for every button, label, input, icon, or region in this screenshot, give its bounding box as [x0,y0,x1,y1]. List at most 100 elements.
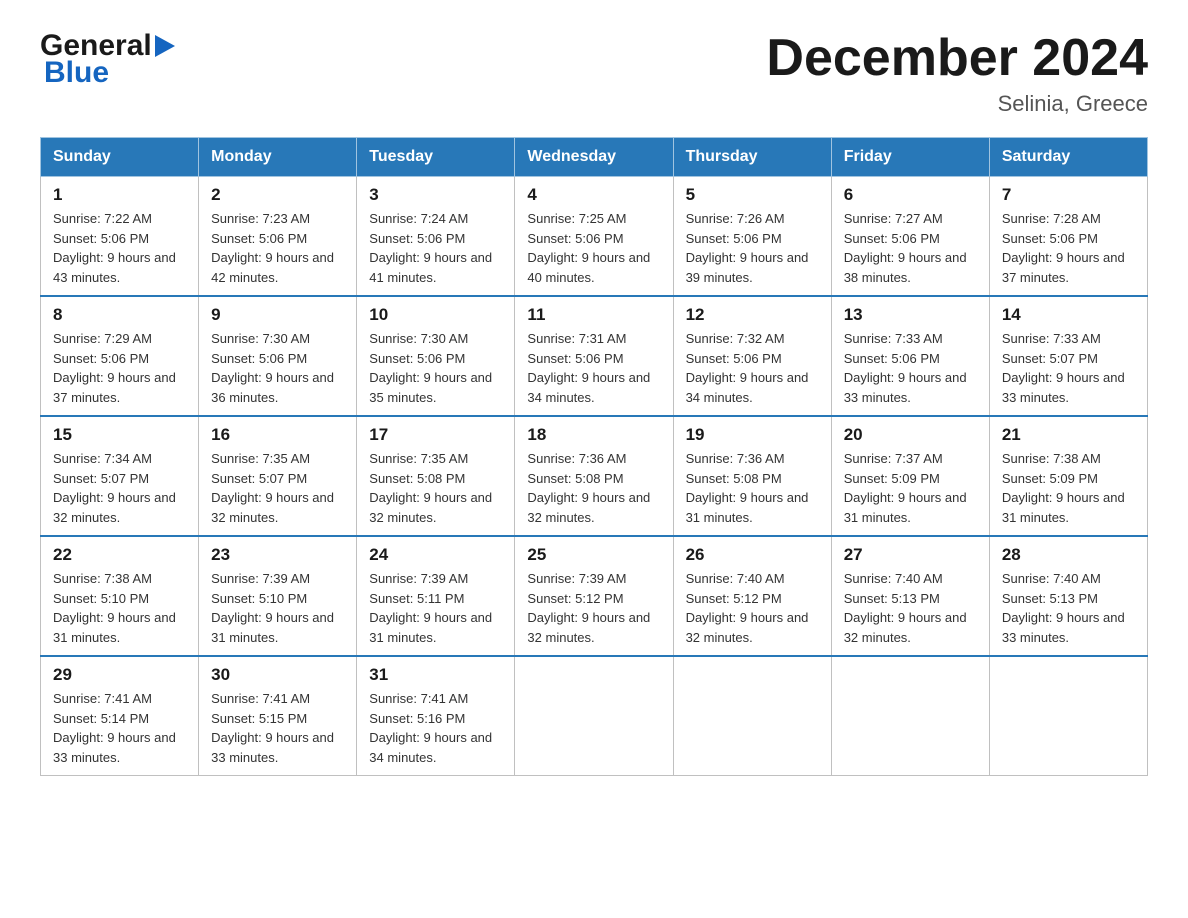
day-info: Sunrise: 7:39 AMSunset: 5:11 PMDaylight:… [369,571,492,645]
day-number: 25 [527,545,660,565]
day-number: 31 [369,665,502,685]
day-number: 20 [844,425,977,445]
day-info: Sunrise: 7:36 AMSunset: 5:08 PMDaylight:… [686,451,809,525]
day-number: 13 [844,305,977,325]
month-title: December 2024 [766,30,1148,87]
day-info: Sunrise: 7:41 AMSunset: 5:16 PMDaylight:… [369,691,492,765]
day-of-week-header: Tuesday [357,138,515,177]
calendar-cell: 3 Sunrise: 7:24 AMSunset: 5:06 PMDayligh… [357,177,515,297]
day-number: 29 [53,665,186,685]
calendar-cell [831,656,989,776]
day-info: Sunrise: 7:41 AMSunset: 5:14 PMDaylight:… [53,691,176,765]
calendar-cell: 9 Sunrise: 7:30 AMSunset: 5:06 PMDayligh… [199,296,357,416]
calendar-header: SundayMondayTuesdayWednesdayThursdayFrid… [41,138,1148,177]
calendar-cell: 24 Sunrise: 7:39 AMSunset: 5:11 PMDaylig… [357,536,515,656]
day-number: 26 [686,545,819,565]
day-info: Sunrise: 7:23 AMSunset: 5:06 PMDaylight:… [211,211,334,285]
calendar-cell: 16 Sunrise: 7:35 AMSunset: 5:07 PMDaylig… [199,416,357,536]
day-info: Sunrise: 7:35 AMSunset: 5:08 PMDaylight:… [369,451,492,525]
calendar-cell: 8 Sunrise: 7:29 AMSunset: 5:06 PMDayligh… [41,296,199,416]
calendar-cell [515,656,673,776]
day-info: Sunrise: 7:40 AMSunset: 5:13 PMDaylight:… [1002,571,1125,645]
day-of-week-header: Thursday [673,138,831,177]
day-number: 7 [1002,185,1135,205]
day-info: Sunrise: 7:39 AMSunset: 5:12 PMDaylight:… [527,571,650,645]
day-number: 14 [1002,305,1135,325]
calendar-cell: 28 Sunrise: 7:40 AMSunset: 5:13 PMDaylig… [989,536,1147,656]
day-number: 19 [686,425,819,445]
day-number: 23 [211,545,344,565]
day-info: Sunrise: 7:24 AMSunset: 5:06 PMDaylight:… [369,211,492,285]
day-info: Sunrise: 7:22 AMSunset: 5:06 PMDaylight:… [53,211,176,285]
day-number: 16 [211,425,344,445]
calendar-cell: 18 Sunrise: 7:36 AMSunset: 5:08 PMDaylig… [515,416,673,536]
day-number: 21 [1002,425,1135,445]
day-info: Sunrise: 7:26 AMSunset: 5:06 PMDaylight:… [686,211,809,285]
calendar-cell: 29 Sunrise: 7:41 AMSunset: 5:14 PMDaylig… [41,656,199,776]
calendar-cell: 5 Sunrise: 7:26 AMSunset: 5:06 PMDayligh… [673,177,831,297]
day-number: 15 [53,425,186,445]
day-number: 28 [1002,545,1135,565]
day-info: Sunrise: 7:40 AMSunset: 5:13 PMDaylight:… [844,571,967,645]
calendar-cell: 14 Sunrise: 7:33 AMSunset: 5:07 PMDaylig… [989,296,1147,416]
calendar-cell: 17 Sunrise: 7:35 AMSunset: 5:08 PMDaylig… [357,416,515,536]
day-info: Sunrise: 7:30 AMSunset: 5:06 PMDaylight:… [211,331,334,405]
day-number: 9 [211,305,344,325]
day-number: 24 [369,545,502,565]
calendar-cell: 23 Sunrise: 7:39 AMSunset: 5:10 PMDaylig… [199,536,357,656]
calendar-body: 1 Sunrise: 7:22 AMSunset: 5:06 PMDayligh… [41,177,1148,776]
calendar-cell: 2 Sunrise: 7:23 AMSunset: 5:06 PMDayligh… [199,177,357,297]
logo: General Blue [40,30,175,88]
calendar-cell: 27 Sunrise: 7:40 AMSunset: 5:13 PMDaylig… [831,536,989,656]
calendar-cell: 13 Sunrise: 7:33 AMSunset: 5:06 PMDaylig… [831,296,989,416]
calendar-cell: 31 Sunrise: 7:41 AMSunset: 5:16 PMDaylig… [357,656,515,776]
day-info: Sunrise: 7:27 AMSunset: 5:06 PMDaylight:… [844,211,967,285]
day-number: 6 [844,185,977,205]
day-of-week-header: Sunday [41,138,199,177]
day-info: Sunrise: 7:37 AMSunset: 5:09 PMDaylight:… [844,451,967,525]
day-info: Sunrise: 7:38 AMSunset: 5:10 PMDaylight:… [53,571,176,645]
calendar-week-row: 15 Sunrise: 7:34 AMSunset: 5:07 PMDaylig… [41,416,1148,536]
day-number: 12 [686,305,819,325]
day-of-week-header: Friday [831,138,989,177]
page-header: General Blue December 2024 Selinia, Gree… [40,30,1148,117]
day-number: 5 [686,185,819,205]
day-number: 17 [369,425,502,445]
calendar-cell [673,656,831,776]
calendar-table: SundayMondayTuesdayWednesdayThursdayFrid… [40,137,1148,776]
calendar-cell: 7 Sunrise: 7:28 AMSunset: 5:06 PMDayligh… [989,177,1147,297]
day-number: 1 [53,185,186,205]
day-of-week-header: Saturday [989,138,1147,177]
day-info: Sunrise: 7:34 AMSunset: 5:07 PMDaylight:… [53,451,176,525]
day-number: 18 [527,425,660,445]
calendar-cell: 25 Sunrise: 7:39 AMSunset: 5:12 PMDaylig… [515,536,673,656]
day-of-week-header: Monday [199,138,357,177]
day-info: Sunrise: 7:33 AMSunset: 5:07 PMDaylight:… [1002,331,1125,405]
day-info: Sunrise: 7:39 AMSunset: 5:10 PMDaylight:… [211,571,334,645]
day-info: Sunrise: 7:30 AMSunset: 5:06 PMDaylight:… [369,331,492,405]
calendar-cell: 10 Sunrise: 7:30 AMSunset: 5:06 PMDaylig… [357,296,515,416]
calendar-week-row: 29 Sunrise: 7:41 AMSunset: 5:14 PMDaylig… [41,656,1148,776]
days-of-week-row: SundayMondayTuesdayWednesdayThursdayFrid… [41,138,1148,177]
day-info: Sunrise: 7:40 AMSunset: 5:12 PMDaylight:… [686,571,809,645]
day-info: Sunrise: 7:29 AMSunset: 5:06 PMDaylight:… [53,331,176,405]
calendar-cell: 30 Sunrise: 7:41 AMSunset: 5:15 PMDaylig… [199,656,357,776]
calendar-cell: 15 Sunrise: 7:34 AMSunset: 5:07 PMDaylig… [41,416,199,536]
title-block: December 2024 Selinia, Greece [766,30,1148,117]
day-of-week-header: Wednesday [515,138,673,177]
calendar-cell: 21 Sunrise: 7:38 AMSunset: 5:09 PMDaylig… [989,416,1147,536]
day-info: Sunrise: 7:41 AMSunset: 5:15 PMDaylight:… [211,691,334,765]
location-label: Selinia, Greece [766,91,1148,117]
calendar-cell: 20 Sunrise: 7:37 AMSunset: 5:09 PMDaylig… [831,416,989,536]
calendar-week-row: 22 Sunrise: 7:38 AMSunset: 5:10 PMDaylig… [41,536,1148,656]
day-number: 30 [211,665,344,685]
calendar-cell [989,656,1147,776]
calendar-cell: 22 Sunrise: 7:38 AMSunset: 5:10 PMDaylig… [41,536,199,656]
day-number: 8 [53,305,186,325]
day-number: 11 [527,305,660,325]
day-number: 2 [211,185,344,205]
calendar-cell: 19 Sunrise: 7:36 AMSunset: 5:08 PMDaylig… [673,416,831,536]
calendar-cell: 12 Sunrise: 7:32 AMSunset: 5:06 PMDaylig… [673,296,831,416]
day-number: 4 [527,185,660,205]
day-info: Sunrise: 7:28 AMSunset: 5:06 PMDaylight:… [1002,211,1125,285]
